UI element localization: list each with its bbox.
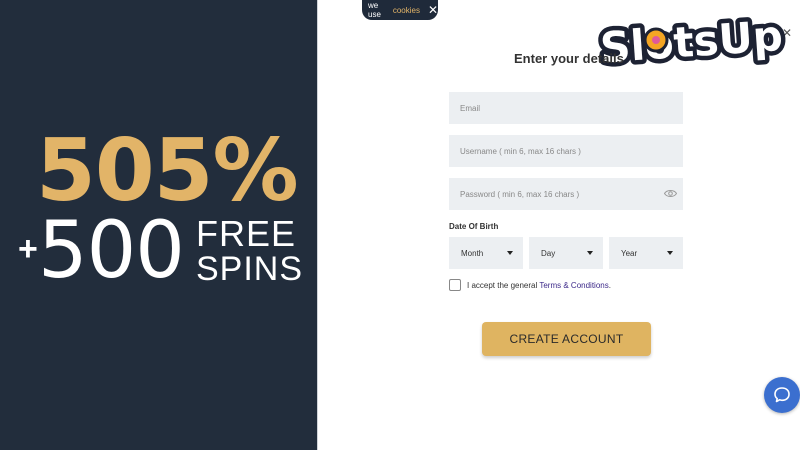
rocket-window bbox=[652, 36, 660, 44]
year-value: Year bbox=[621, 248, 638, 258]
email-field[interactable] bbox=[449, 92, 683, 124]
cookie-link[interactable]: cookies bbox=[393, 6, 420, 15]
close-icon[interactable]: ✕ bbox=[428, 4, 438, 16]
spins-label: SPINS bbox=[196, 250, 304, 288]
logo-text: SlotsUp bbox=[599, 11, 785, 73]
dob-label: Date Of Birth bbox=[449, 222, 499, 231]
create-account-button[interactable]: CREATE ACCOUNT bbox=[482, 322, 651, 356]
terms-link[interactable]: Terms & Conditions bbox=[539, 281, 608, 290]
cookie-text: we use bbox=[368, 1, 381, 19]
day-value: Day bbox=[541, 248, 556, 258]
month-select[interactable]: Month bbox=[449, 237, 523, 269]
plus-sign: + bbox=[18, 230, 38, 268]
cookie-notice: we use cookies ✕ bbox=[362, 0, 438, 20]
chat-icon bbox=[774, 387, 790, 403]
chat-button[interactable] bbox=[764, 377, 800, 413]
signup-page: 505% + 500 FREE SPINS we use cookies ✕ ✕… bbox=[0, 0, 800, 450]
promo-panel: 505% + 500 FREE SPINS bbox=[0, 0, 317, 450]
eye-icon[interactable] bbox=[664, 189, 677, 198]
password-field[interactable] bbox=[449, 178, 683, 210]
chevron-down-icon bbox=[587, 251, 593, 255]
free-label: FREE bbox=[196, 213, 297, 254]
accept-text: I accept the general bbox=[467, 280, 538, 290]
username-field[interactable] bbox=[449, 135, 683, 167]
form-title: Enter your details bbox=[514, 51, 624, 66]
terms-period: . bbox=[608, 280, 611, 290]
free-spins-count: 500 bbox=[38, 206, 185, 296]
bonus-percent: 505% bbox=[36, 121, 299, 221]
day-select[interactable]: Day bbox=[529, 237, 603, 269]
chevron-down-icon bbox=[667, 251, 673, 255]
chevron-down-icon bbox=[507, 251, 513, 255]
year-select[interactable]: Year bbox=[609, 237, 683, 269]
terms-checkbox[interactable] bbox=[449, 279, 461, 291]
panel-divider bbox=[317, 0, 318, 450]
month-value: Month bbox=[461, 248, 484, 258]
terms-row: I accept the general Terms & Conditions. bbox=[449, 279, 611, 291]
slotsup-logo: SlotsUp SlotsUp bbox=[596, 8, 789, 74]
